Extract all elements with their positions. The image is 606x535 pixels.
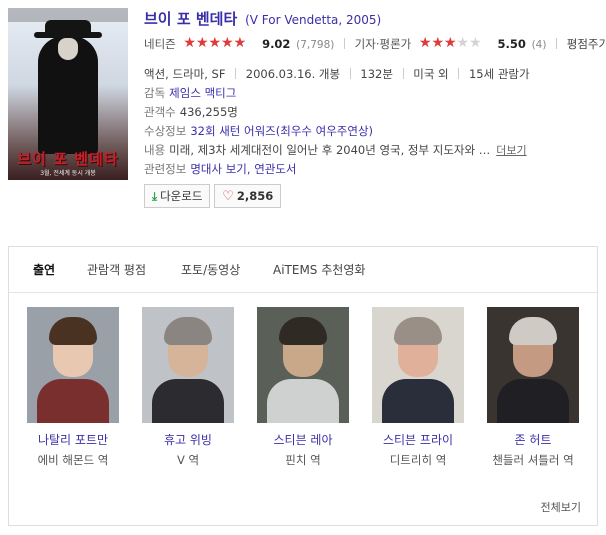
- more-link[interactable]: 더보기: [496, 144, 526, 157]
- cast-name[interactable]: 존 허트: [483, 432, 583, 448]
- netizen-score: 9.02: [262, 37, 291, 51]
- cast-panel: 출연 관람객 평점 포토/동영상 AiTEMS 추천영화 나탈리 포트만에비 해…: [8, 246, 598, 526]
- director-link[interactable]: 제임스 맥티그: [169, 86, 236, 100]
- divider: [235, 68, 237, 79]
- netizen-stars-icon: ★★★★★ ★★★★★: [183, 35, 247, 51]
- genre: 액션, 드라마, SF: [144, 67, 226, 81]
- award-row: 수상정보 32회 새턴 어워즈(최우수 여우주연상): [144, 122, 600, 141]
- netizen-count: (7,798): [296, 39, 335, 51]
- related-links[interactable]: 명대사 보기, 연관도서: [190, 162, 296, 176]
- tab-photo-video[interactable]: 포토/동영상: [181, 261, 240, 278]
- cast-member[interactable]: 존 허트챈들러 셔틀러 역: [483, 307, 583, 468]
- cast-photo-hair: [164, 317, 212, 345]
- critic-count: (4): [531, 39, 547, 51]
- cast-name[interactable]: 나탈리 포트만: [23, 432, 123, 448]
- cast-name[interactable]: 스티븐 레아: [253, 432, 353, 448]
- action-buttons: ⤓ 다운로드 ♡ 2,856: [144, 184, 600, 210]
- cast-photo-body: [382, 379, 454, 423]
- cast-role: 에비 해몬드 역: [37, 453, 109, 467]
- related-row: 관련정보 명대사 보기, 연관도서: [144, 160, 600, 179]
- poster-title-art: 브이 포 벤데타: [17, 150, 119, 168]
- rating-row: 네티즌 ★★★★★ ★★★★★ 9.02 (7,798) 기자·평론가 ★★★★…: [144, 34, 606, 54]
- cast-list: 나탈리 포트만 에비 해몬드 역 휴고 위빙 V 역 스티븐 레아 핀치 역 스티븐 프라이…: [9, 307, 599, 467]
- director-label: 감독: [144, 86, 166, 100]
- country: 미국 외: [413, 67, 449, 81]
- tab-cast[interactable]: 출연: [33, 261, 55, 278]
- cast-photo-hair: [279, 317, 327, 345]
- age-rating: 15세 관람가: [468, 67, 530, 81]
- director-row: 감독 제임스 맥티그: [144, 84, 600, 103]
- netizen-rating-label: 네티즌: [144, 37, 176, 51]
- cast-name[interactable]: 휴고 위빙: [138, 432, 238, 448]
- like-count: 2,856: [236, 189, 274, 203]
- plot-label: 내용: [144, 143, 166, 157]
- cast-photo[interactable]: [27, 307, 119, 423]
- cast-member[interactable]: 스티븐 레아핀치 역: [253, 307, 353, 468]
- movie-title-original: (V For Vendetta, 2005): [245, 13, 382, 27]
- tab-audience-reviews[interactable]: 관람객 평점: [87, 261, 146, 278]
- divider: [349, 68, 351, 79]
- cast-photo-body: [267, 379, 339, 423]
- tab-aitems[interactable]: AiTEMS 추천영화: [273, 261, 365, 278]
- cast-photo-body: [37, 379, 109, 423]
- download-button[interactable]: ⤓ 다운로드: [144, 184, 211, 208]
- title-row: 브이 포 벤데타 (V For Vendetta, 2005): [144, 8, 600, 30]
- divider: [344, 38, 346, 49]
- cast-name[interactable]: 스티븐 프라이: [368, 432, 468, 448]
- cast-photo-body: [152, 379, 224, 423]
- cast-photo[interactable]: [257, 307, 349, 423]
- like-button[interactable]: ♡ 2,856: [214, 184, 282, 208]
- heart-icon: ♡: [222, 189, 234, 204]
- meta-row: 액션, 드라마, SF 2006.03.16. 개봉 132분 미국 외 15세…: [144, 64, 600, 84]
- cast-role: V 역: [176, 453, 200, 467]
- divider: [556, 38, 558, 49]
- critic-stars-icon: ★★★★★ ★★★★★: [418, 35, 482, 51]
- audience-count: 436,255명: [179, 105, 238, 119]
- movie-poster[interactable]: 브이 포 벤데타 3월, 전세계 동시 개봉: [8, 8, 128, 180]
- cast-member[interactable]: 휴고 위빙 V 역: [138, 307, 238, 468]
- cast-photo[interactable]: [487, 307, 579, 423]
- cast-role: 챈들러 셔틀러 역: [492, 453, 574, 467]
- download-icon: ⤓: [152, 189, 158, 203]
- write-review-link[interactable]: 평점주기: [567, 37, 606, 51]
- cast-photo[interactable]: [372, 307, 464, 423]
- poster-mask: [58, 38, 78, 60]
- award-link[interactable]: 32회 새턴 어워즈(최우수 여우주연상): [190, 124, 373, 138]
- release-date: 2006.03.16. 개봉: [245, 67, 341, 81]
- award-label: 수상정보: [144, 124, 187, 138]
- cast-photo-body: [497, 379, 569, 423]
- cast-role: 디트리히 역: [389, 453, 447, 467]
- tab-bar: 출연 관람객 평점 포토/동영상 AiTEMS 추천영화: [9, 247, 597, 293]
- cast-photo[interactable]: [142, 307, 234, 423]
- audience-label: 관객수: [144, 105, 176, 119]
- audience-row: 관객수 436,255명: [144, 103, 600, 122]
- see-all-link[interactable]: 전체보기: [541, 499, 581, 515]
- download-label: 다운로드: [160, 189, 203, 203]
- runtime: 132분: [360, 67, 393, 81]
- cast-photo-hair: [394, 317, 442, 345]
- cast-member[interactable]: 나탈리 포트만에비 해몬드 역: [23, 307, 123, 468]
- plot-summary: 미래, 제3차 세계대전이 일어난 후 2040년 영국, 정부 지도자와 …: [169, 143, 491, 157]
- cast-role: 핀치 역: [285, 453, 321, 467]
- movie-title[interactable]: 브이 포 벤데타: [144, 10, 237, 28]
- cast-photo-hair: [509, 317, 557, 345]
- related-label: 관련정보: [144, 162, 187, 176]
- critic-rating-label: 기자·평론가: [354, 37, 412, 51]
- divider: [402, 68, 404, 79]
- movie-info: 브이 포 벤데타 (V For Vendetta, 2005) 네티즌 ★★★★…: [144, 8, 606, 210]
- critic-score: 5.50: [497, 37, 526, 51]
- cast-photo-hair: [49, 317, 97, 345]
- divider: [458, 68, 460, 79]
- plot-row: 내용 미래, 제3차 세계대전이 일어난 후 2040년 영국, 정부 지도자와 …: [144, 141, 600, 160]
- poster-date-art: 3월, 전세계 동시 개봉: [40, 170, 96, 177]
- cast-member[interactable]: 스티븐 프라이디트리히 역: [368, 307, 468, 468]
